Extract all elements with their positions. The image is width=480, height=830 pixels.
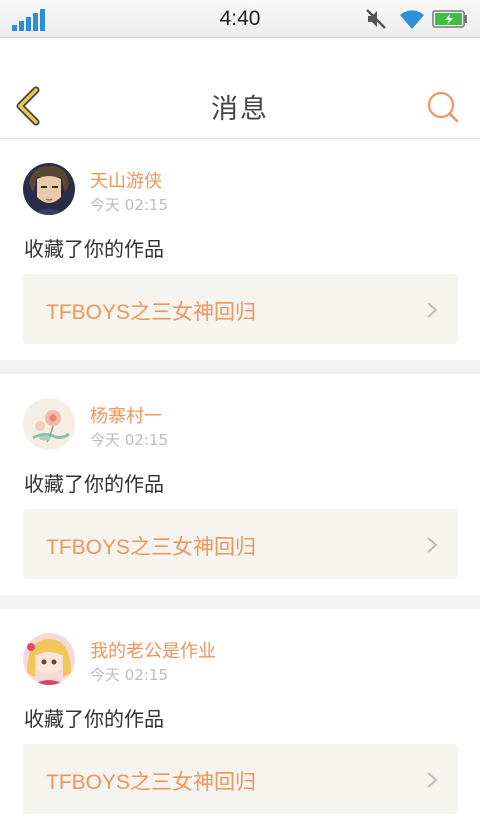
divider: [0, 595, 480, 609]
mute-icon: [366, 9, 386, 29]
username[interactable]: 天山游侠: [90, 167, 162, 193]
message-list: 天山游侠 今天 02:15 收藏了你的作品 TFBOYS之三女神回归 杨寨村一 …: [0, 139, 480, 830]
app-header: 消息: [0, 38, 480, 139]
message-time: 今天 02:15: [90, 431, 168, 449]
status-bar: 4:40: [0, 0, 480, 38]
page-title: 消息: [211, 94, 269, 125]
avatar[interactable]: [23, 633, 75, 685]
message-time: 今天 02:15: [90, 196, 168, 214]
work-title: TFBOYS之三女神回归: [46, 536, 257, 559]
message-item: 我的老公是作业 今天 02:15 收藏了你的作品 TFBOYS之三女神回归: [0, 609, 480, 830]
work-link[interactable]: TFBOYS之三女神回归: [23, 509, 458, 579]
message-action: 收藏了你的作品: [24, 707, 164, 731]
message-item: 天山游侠 今天 02:15 收藏了你的作品 TFBOYS之三女神回归: [0, 139, 480, 360]
chevron-right-icon: [427, 772, 438, 788]
username[interactable]: 杨寨村一: [90, 402, 162, 428]
username[interactable]: 我的老公是作业: [90, 637, 216, 663]
work-title: TFBOYS之三女神回归: [46, 771, 257, 794]
work-title: TFBOYS之三女神回归: [46, 301, 257, 324]
message-action: 收藏了你的作品: [24, 472, 164, 496]
message-time: 今天 02:15: [90, 666, 168, 684]
message-item: 杨寨村一 今天 02:15 收藏了你的作品 TFBOYS之三女神回归: [0, 374, 480, 595]
avatar[interactable]: [23, 398, 75, 450]
avatar[interactable]: [23, 163, 75, 215]
divider: [0, 360, 480, 374]
battery-charging-icon: [432, 10, 467, 28]
chevron-right-icon: [427, 302, 438, 318]
work-link[interactable]: TFBOYS之三女神回归: [23, 274, 458, 344]
wifi-icon: [400, 10, 424, 29]
message-action: 收藏了你的作品: [24, 237, 164, 261]
work-link[interactable]: TFBOYS之三女神回归: [23, 744, 458, 814]
chevron-right-icon: [427, 537, 438, 553]
search-button[interactable]: [426, 90, 460, 124]
